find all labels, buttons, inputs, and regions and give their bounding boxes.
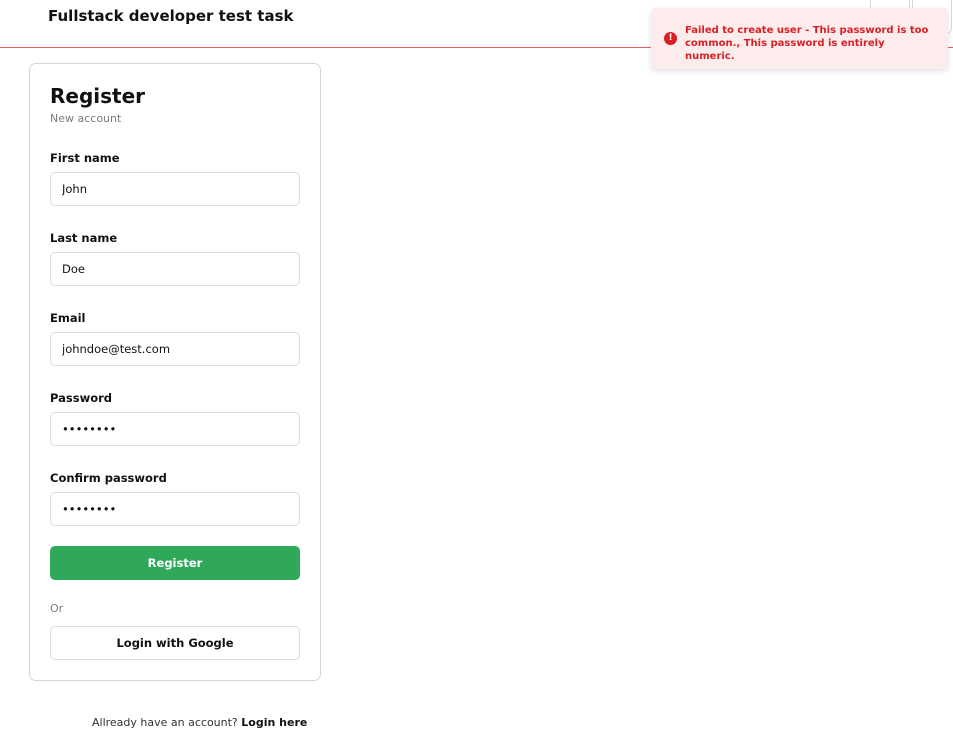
first-name-label: First name (50, 151, 120, 165)
email-input[interactable] (50, 332, 300, 366)
error-icon: ! (664, 32, 677, 45)
last-name-input[interactable] (50, 252, 300, 286)
app-title: Fullstack developer test task (48, 7, 294, 25)
toast-message: Failed to create user - This password is… (685, 25, 929, 62)
confirm-password-label: Confirm password (50, 471, 167, 485)
password-label: Password (50, 391, 112, 405)
card-title: Register (50, 84, 146, 108)
register-card: Register New account First name Last nam… (29, 63, 321, 681)
or-divider-text: Or (50, 602, 64, 615)
login-prompt: Allready have an account? Login here (92, 716, 307, 729)
error-toast: ! Failed to create user - This password … (651, 8, 948, 69)
login-with-google-button[interactable]: Login with Google (50, 626, 300, 660)
email-label: Email (50, 311, 86, 325)
password-input[interactable] (50, 412, 300, 446)
confirm-password-input[interactable] (50, 492, 300, 526)
card-subtitle: New account (50, 112, 122, 125)
last-name-label: Last name (50, 231, 118, 245)
register-button[interactable]: Register (50, 546, 300, 580)
first-name-input[interactable] (50, 172, 300, 206)
login-prompt-text: Allready have an account? (92, 716, 238, 729)
login-here-link[interactable]: Login here (241, 716, 307, 729)
